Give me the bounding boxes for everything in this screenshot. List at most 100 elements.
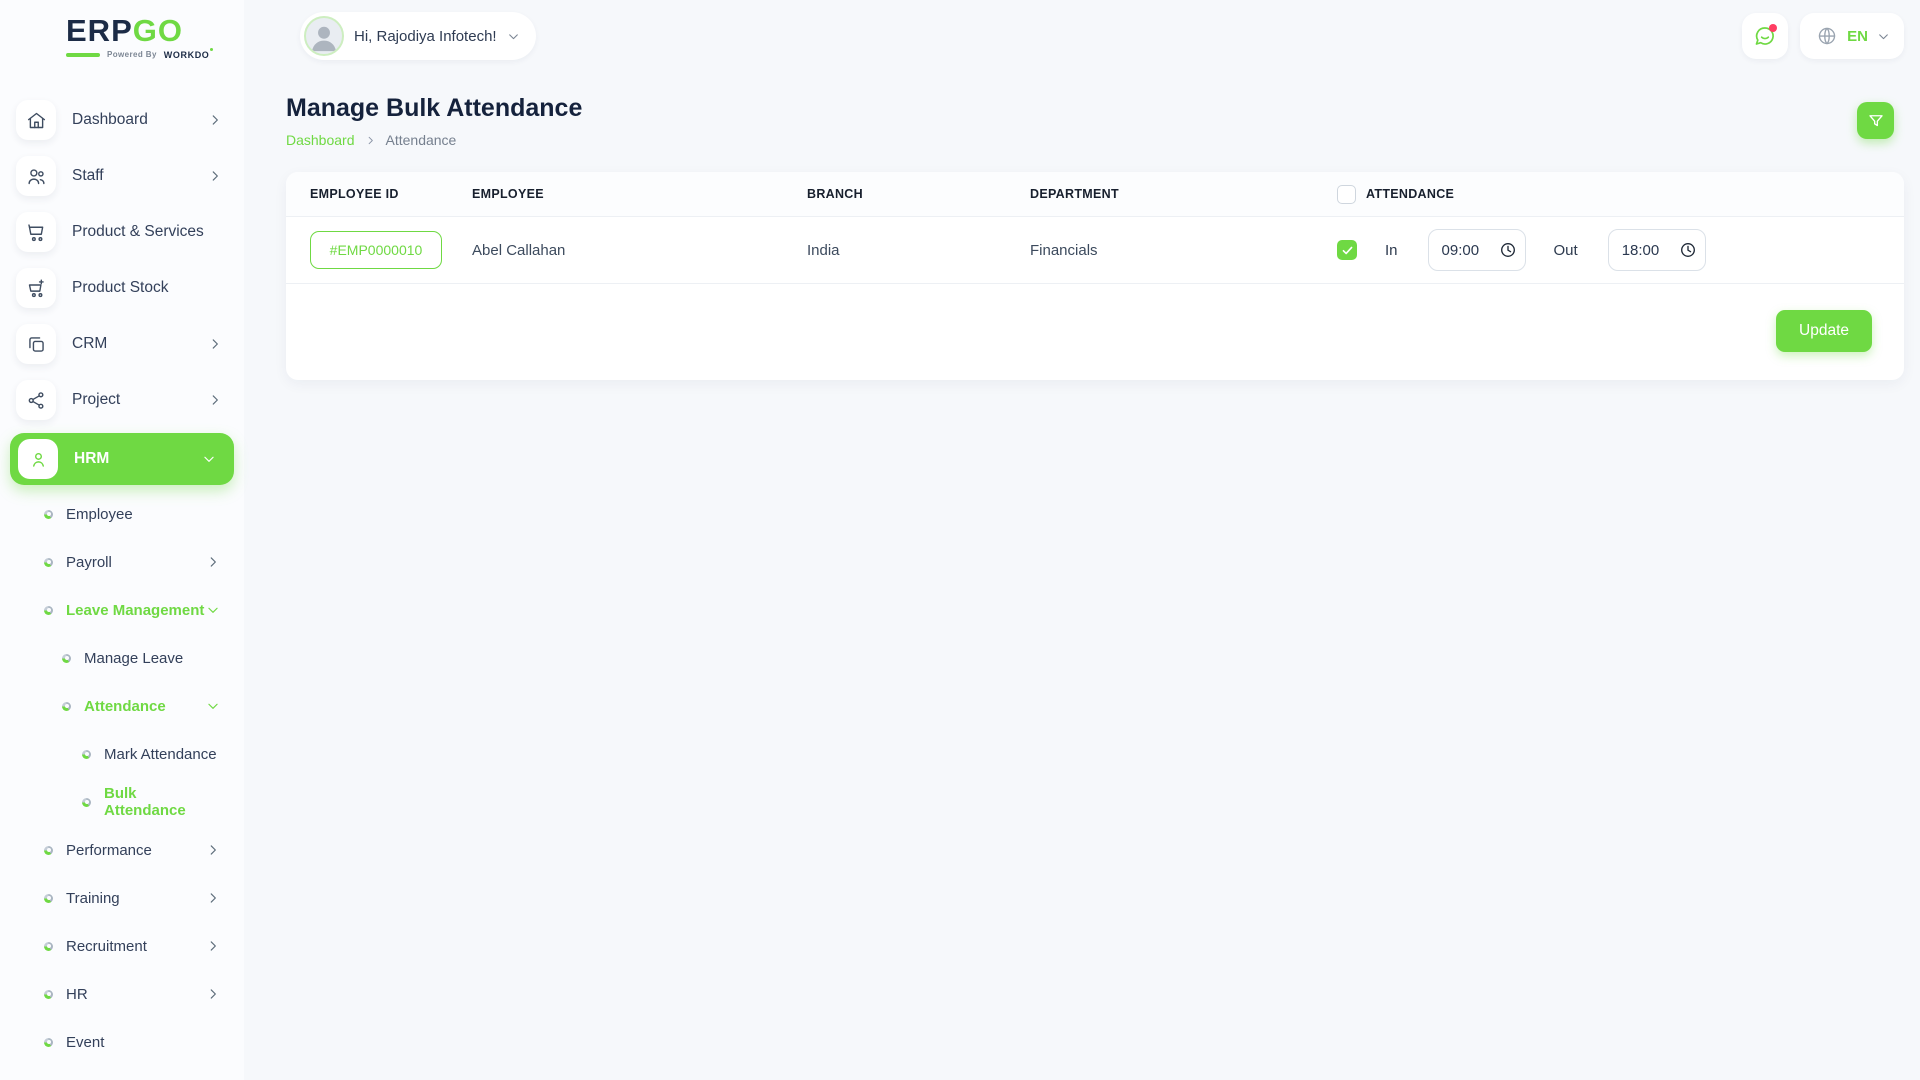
- sidebar-item-label: Project: [72, 391, 208, 409]
- bullet-icon: [44, 846, 53, 855]
- employee-id-badge[interactable]: #EMP0000010: [310, 231, 442, 269]
- sidebar-item-event[interactable]: Event: [0, 1018, 244, 1066]
- chevron-down-icon: [202, 452, 216, 466]
- bullet-icon: [44, 558, 53, 567]
- chevron-right-icon: [206, 891, 220, 905]
- filter-funnel-icon: [1867, 112, 1885, 130]
- breadcrumb-dashboard-link[interactable]: Dashboard: [286, 132, 355, 148]
- language-selector[interactable]: EN: [1800, 13, 1904, 59]
- sidebar-item-label: Bulk Attendance: [104, 785, 220, 819]
- user-icon: [18, 439, 58, 479]
- sidebar-item-product-stock[interactable]: Product Stock: [0, 260, 244, 316]
- out-time-input[interactable]: [1608, 229, 1706, 271]
- top-header: Hi, Rajodiya Infotech! EN: [244, 0, 1920, 72]
- bullet-icon: [82, 798, 91, 807]
- sidebar-item-label: Product Stock: [72, 279, 222, 297]
- sidebar-nav: Dashboard Staff Product & Services Produ…: [0, 72, 244, 1066]
- page-title: Manage Bulk Attendance: [286, 94, 1904, 123]
- share-icon: [16, 380, 56, 420]
- sidebar-item-performance[interactable]: Performance: [0, 826, 244, 874]
- sidebar-item-label: Payroll: [66, 554, 206, 571]
- copy-icon: [16, 324, 56, 364]
- sidebar-item-manage-leave[interactable]: Manage Leave: [0, 634, 244, 682]
- chevron-down-icon: [206, 603, 220, 617]
- bullet-icon: [44, 1038, 53, 1047]
- sidebar-item-label: Staff: [72, 167, 208, 185]
- chevron-right-icon: [206, 987, 220, 1001]
- sidebar-item-label: Manage Leave: [84, 650, 220, 667]
- column-header-branch: BRANCH: [807, 187, 1030, 201]
- sidebar-item-label: CRM: [72, 335, 208, 353]
- logo-underline: [66, 53, 100, 57]
- sidebar-item-crm[interactable]: CRM: [0, 316, 244, 372]
- chevron-right-icon: [208, 113, 222, 127]
- sidebar-item-attendance[interactable]: Attendance: [0, 682, 244, 730]
- sidebar-item-label: HR: [66, 986, 206, 1003]
- chevron-down-icon: [1877, 30, 1890, 43]
- sidebar-item-label: Dashboard: [72, 111, 208, 129]
- bullet-icon: [62, 702, 71, 711]
- sidebar-item-label: Attendance: [84, 698, 206, 715]
- sidebar-item-label: Performance: [66, 842, 206, 859]
- out-label: Out: [1554, 242, 1578, 259]
- chevron-right-icon: [208, 337, 222, 351]
- sidebar-item-label: Leave Management: [66, 602, 206, 619]
- attendance-checkbox[interactable]: [1337, 240, 1357, 260]
- sidebar-item-label: HRM: [74, 450, 202, 468]
- sidebar-item-mark-attendance[interactable]: Mark Attendance: [0, 730, 244, 778]
- chevron-right-icon: [208, 393, 222, 407]
- sidebar-item-hr[interactable]: HR: [0, 970, 244, 1018]
- globe-icon: [1816, 25, 1838, 47]
- bullet-icon: [44, 990, 53, 999]
- sidebar-item-bulk-attendance[interactable]: Bulk Attendance: [0, 778, 244, 826]
- cart-plus-icon: [16, 268, 56, 308]
- sidebar-item-dashboard[interactable]: Dashboard: [0, 92, 244, 148]
- breadcrumb-separator-icon: [365, 135, 376, 146]
- powered-brand-label: WORKDO: [164, 50, 210, 60]
- cart-icon: [16, 212, 56, 252]
- in-time-input[interactable]: [1428, 229, 1526, 271]
- main-content: Manage Bulk Attendance Dashboard Attenda…: [286, 94, 1904, 380]
- bullet-icon: [44, 894, 53, 903]
- employee-name: Abel Callahan: [472, 242, 807, 259]
- bullet-icon: [44, 510, 53, 519]
- sidebar-item-product-services[interactable]: Product & Services: [0, 204, 244, 260]
- notification-chat-button[interactable]: [1742, 13, 1788, 59]
- filter-button[interactable]: [1857, 102, 1894, 139]
- bullet-icon: [44, 942, 53, 951]
- checkmark-icon: [1341, 244, 1354, 257]
- select-all-checkbox[interactable]: [1337, 185, 1356, 204]
- chevron-right-icon: [206, 555, 220, 569]
- bullet-icon: [82, 750, 91, 759]
- chevron-down-icon: [507, 30, 520, 43]
- sidebar: ERPGO Powered By WORKDO Dashboard Staff …: [0, 0, 244, 1080]
- bullet-icon: [44, 606, 53, 615]
- logo-text-primary: ERP: [66, 13, 133, 49]
- sidebar-item-hrm[interactable]: HRM: [10, 433, 234, 485]
- chevron-right-icon: [206, 843, 220, 857]
- sidebar-item-training[interactable]: Training: [0, 874, 244, 922]
- sidebar-item-employee[interactable]: Employee: [0, 490, 244, 538]
- sidebar-item-recruitment[interactable]: Recruitment: [0, 922, 244, 970]
- column-header-employee: EMPLOYEE: [472, 187, 807, 201]
- sidebar-item-label: Mark Attendance: [104, 746, 220, 763]
- user-greeting: Hi, Rajodiya Infotech!: [354, 28, 497, 45]
- sidebar-item-leave-management[interactable]: Leave Management: [0, 586, 244, 634]
- sidebar-item-payroll[interactable]: Payroll: [0, 538, 244, 586]
- language-code: EN: [1847, 28, 1868, 45]
- sidebar-item-label: Employee: [66, 506, 220, 523]
- users-icon: [16, 156, 56, 196]
- branch-value: India: [807, 242, 1030, 259]
- sidebar-item-label: Recruitment: [66, 938, 206, 955]
- user-menu[interactable]: Hi, Rajodiya Infotech!: [300, 12, 536, 60]
- home-icon: [16, 100, 56, 140]
- sidebar-item-label: Product & Services: [72, 223, 222, 241]
- app-logo[interactable]: ERPGO Powered By WORKDO: [0, 0, 244, 72]
- sidebar-item-staff[interactable]: Staff: [0, 148, 244, 204]
- sidebar-item-label: Event: [66, 1034, 220, 1051]
- breadcrumb: Dashboard Attendance: [286, 132, 1904, 148]
- update-button[interactable]: Update: [1776, 310, 1872, 352]
- department-value: Financials: [1030, 242, 1337, 259]
- breadcrumb-current: Attendance: [386, 132, 457, 148]
- sidebar-item-project[interactable]: Project: [0, 372, 244, 428]
